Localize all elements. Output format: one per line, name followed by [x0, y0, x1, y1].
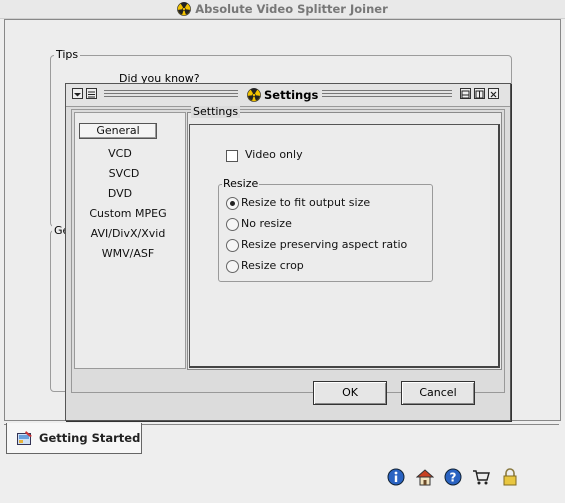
home-icon[interactable]	[416, 468, 434, 486]
app-title: Absolute Video Splitter Joiner	[0, 0, 565, 18]
resize-aspect-radio[interactable]	[226, 239, 239, 252]
svg-text:?: ?	[450, 471, 457, 485]
category-list: General VCD SVCD DVD Custom MPEG AVI/Div…	[74, 112, 186, 369]
titlebar-grip-right	[322, 90, 452, 99]
tips-group-title: Tips	[54, 48, 81, 61]
resize-crop-label[interactable]: Resize crop	[241, 259, 304, 273]
category-custom-mpeg[interactable]: Custom MPEG	[73, 205, 183, 223]
chevron-down-icon	[74, 93, 81, 97]
category-avi-divx-xvid[interactable]: AVI/DivX/Xvid	[73, 225, 183, 243]
resize-group-title: Resize	[222, 177, 260, 190]
category-wmv-asf[interactable]: WMV/ASF	[73, 245, 183, 263]
list-icon	[88, 91, 95, 98]
maximize-button[interactable]	[474, 88, 485, 99]
resize-aspect-label[interactable]: Resize preserving aspect ratio	[241, 238, 407, 252]
info-icon[interactable]	[387, 468, 405, 486]
category-vcd[interactable]: VCD	[65, 145, 175, 163]
video-only-label[interactable]: Video only	[245, 148, 303, 162]
minimize-icon	[461, 90, 470, 99]
window-menu-button[interactable]	[72, 88, 83, 99]
tab-getting-started-label: Getting Started	[39, 431, 141, 445]
tab-getting-started[interactable]: Getting Started	[6, 423, 142, 454]
maximize-icon	[475, 90, 484, 99]
no-resize-label[interactable]: No resize	[241, 217, 292, 231]
settings-dialog: Settings General VCD SVCD DVD Custom MPE…	[65, 83, 511, 421]
lock-icon[interactable]	[501, 468, 519, 486]
app-title-text: Absolute Video Splitter Joiner	[195, 2, 388, 16]
no-resize-radio[interactable]	[226, 218, 239, 231]
close-icon	[490, 91, 497, 98]
resize-fit-label[interactable]: Resize to fit output size	[241, 196, 370, 210]
settings-title-text: Settings	[264, 88, 319, 102]
radiation-logo-icon	[247, 88, 261, 102]
close-button[interactable]	[488, 88, 499, 99]
cancel-button[interactable]: Cancel	[401, 381, 475, 405]
category-svcd[interactable]: SVCD	[69, 165, 179, 183]
minimize-button[interactable]	[460, 88, 471, 99]
resize-crop-radio[interactable]	[226, 260, 239, 273]
radiation-logo-icon	[177, 2, 192, 16]
category-dvd[interactable]: DVD	[65, 185, 175, 203]
resize-fit-radio[interactable]	[226, 197, 239, 210]
settings-title: Settings	[244, 84, 322, 106]
help-icon[interactable]: ?	[444, 468, 462, 486]
cart-icon[interactable]	[472, 468, 490, 486]
ok-button[interactable]: OK	[313, 381, 387, 405]
getting-started-icon	[17, 431, 32, 445]
window-list-button[interactable]	[86, 88, 97, 99]
titlebar-grip-left	[104, 90, 238, 99]
video-only-checkbox[interactable]	[226, 150, 238, 162]
category-general[interactable]: General	[79, 123, 157, 139]
settings-panel-title: Settings	[191, 105, 241, 118]
settings-titlebar[interactable]: Settings	[66, 84, 510, 107]
